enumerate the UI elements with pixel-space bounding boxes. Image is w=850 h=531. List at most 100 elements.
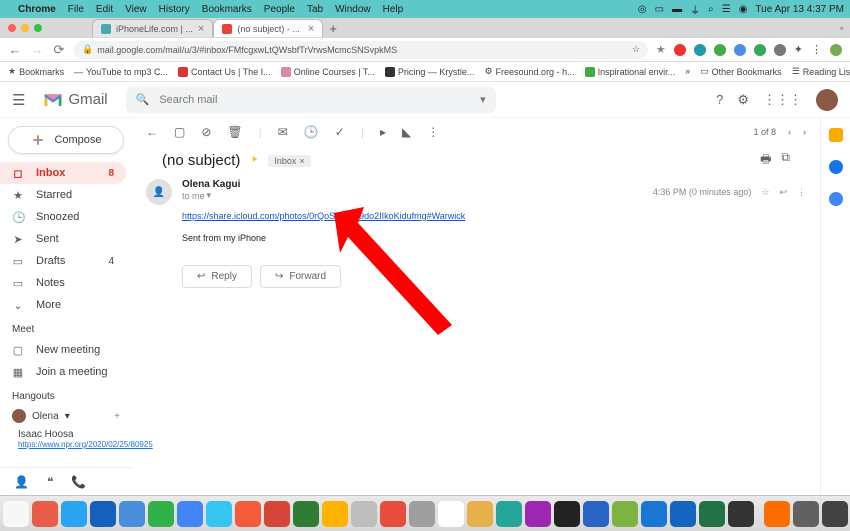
ext-icon[interactable]: ★ [656, 43, 666, 56]
status-icon[interactable]: ◎ [638, 4, 647, 15]
url-input[interactable]: 🔒 mail.google.com/mail/u/3/#inbox/FMfcgx… [74, 41, 648, 59]
inbox-label[interactable]: Inbox× [268, 155, 310, 167]
hangout-contact[interactable]: Olena ▾ + [0, 406, 132, 426]
prev-icon[interactable]: ‹ [788, 127, 791, 137]
keep-icon[interactable] [829, 160, 843, 174]
reply-button[interactable]: ↩Reply [182, 265, 252, 288]
forward-button[interactable]: → [30, 42, 44, 57]
more-icon[interactable]: ⋮ [797, 187, 806, 198]
ext-icon[interactable] [774, 44, 786, 56]
icloud-share-link[interactable]: https://share.icloud.com/photos/0rQoSTt6… [182, 211, 465, 221]
dock-app-icon[interactable] [264, 501, 290, 527]
dock-app-icon[interactable] [793, 501, 819, 527]
search-options-icon[interactable]: ▾ [480, 93, 486, 106]
tab-overflow-icon[interactable]: ◦ [840, 21, 844, 35]
calendar-icon[interactable] [829, 128, 843, 142]
ext-icon[interactable] [714, 44, 726, 56]
dock-app-icon[interactable] [438, 501, 464, 527]
search-input[interactable]: 🔍 Search mail ▾ [126, 87, 496, 113]
sidebar-item-sent[interactable]: ➤Sent [0, 228, 126, 250]
sidebar-item-snoozed[interactable]: 🕒Snoozed [0, 206, 126, 228]
dock-app-icon[interactable] [177, 501, 203, 527]
dock-app-icon[interactable] [119, 501, 145, 527]
flag-icon[interactable]: ▭ [655, 4, 664, 15]
bookmark[interactable]: —YouTube to mp3 C... [74, 67, 168, 77]
bookmark[interactable]: ⚙Freesound.org - h... [484, 66, 574, 77]
chrome-menu-icon[interactable]: ⋮ [811, 43, 822, 56]
dock-app-icon[interactable] [293, 501, 319, 527]
bookmark[interactable]: Pricing — Krystle... [385, 67, 475, 77]
dock-app-icon[interactable] [670, 501, 696, 527]
extensions-icon[interactable]: ✦ [794, 43, 803, 56]
hangout-contact[interactable]: Isaac Hoosa https://www.npr.org/2020/02/… [0, 426, 132, 452]
menu-history[interactable]: History [159, 4, 190, 15]
dock-app-icon[interactable] [380, 501, 406, 527]
ext-icon[interactable] [694, 44, 706, 56]
star-icon[interactable]: ☆ [761, 187, 769, 198]
next-icon[interactable]: › [803, 127, 806, 137]
tab-gmail[interactable]: (no subject) - ... × [213, 19, 323, 37]
dock-app-icon[interactable] [583, 501, 609, 527]
popout-icon[interactable]: ⧉ [781, 150, 790, 171]
control-center-icon[interactable]: ☰ [722, 4, 731, 15]
dock-app-icon[interactable] [525, 501, 551, 527]
menu-file[interactable]: File [68, 4, 84, 15]
menu-help[interactable]: Help [383, 4, 404, 15]
dock-app-icon[interactable] [496, 501, 522, 527]
add-contact-icon[interactable]: + [114, 411, 120, 422]
meet-item[interactable]: ▦Join a meeting [0, 361, 126, 383]
dock-app-icon[interactable] [206, 501, 232, 527]
tasks-icon[interactable] [829, 192, 843, 206]
move-icon[interactable]: ▸ [380, 125, 386, 139]
dock-app-icon[interactable] [612, 501, 638, 527]
close-tab-icon[interactable]: × [308, 23, 314, 35]
back-icon[interactable]: ← [146, 125, 158, 139]
tab-iphonelife[interactable]: iPhoneLife.com | ... × [92, 19, 213, 37]
dock-app-icon[interactable] [148, 501, 174, 527]
unread-icon[interactable]: ✉ [278, 125, 288, 139]
compose-button[interactable]: Compose [8, 126, 124, 154]
reload-button[interactable]: ⟳ [52, 42, 66, 58]
dock-app-icon[interactable] [409, 501, 435, 527]
apps-icon[interactable]: ⋮⋮⋮ [763, 92, 802, 108]
bookmark[interactable]: ★Bookmarks [8, 66, 64, 77]
dock-app-icon[interactable] [61, 501, 87, 527]
dock-app-icon[interactable] [554, 501, 580, 527]
clock[interactable]: Tue Apr 13 4:37 PM [755, 4, 844, 15]
dock-app-icon[interactable] [467, 501, 493, 527]
menu-people[interactable]: People [264, 4, 295, 15]
dock-app-icon[interactable] [322, 501, 348, 527]
sidebar-item-inbox[interactable]: ◻Inbox8 [0, 162, 126, 184]
more-icon[interactable]: ⋮ [427, 125, 439, 139]
print-icon[interactable]: 🖶 [760, 150, 771, 171]
phone-icon[interactable]: 📞 [71, 475, 86, 489]
menu-tab[interactable]: Tab [307, 4, 323, 15]
window-close[interactable] [8, 24, 16, 32]
important-icon[interactable]: ⯈ [250, 155, 258, 166]
dock-app-icon[interactable] [351, 501, 377, 527]
meet-item[interactable]: ▢New meeting [0, 339, 126, 361]
gmail-logo[interactable]: Gmail [43, 91, 107, 108]
star-icon[interactable]: ☆ [632, 44, 640, 55]
sidebar-item-notes[interactable]: ▭Notes [0, 272, 126, 294]
window-minimize[interactable] [21, 24, 29, 32]
dock-app-icon[interactable] [235, 501, 261, 527]
close-tab-icon[interactable]: × [198, 23, 204, 35]
reading-list[interactable]: ☰Reading List [792, 66, 850, 77]
sidebar-item-drafts[interactable]: ▭Drafts4 [0, 250, 126, 272]
person-icon[interactable]: 👤 [14, 475, 29, 489]
sender-avatar[interactable]: 👤 [146, 179, 172, 205]
bookmark[interactable]: Online Courses | T... [281, 67, 375, 77]
profile-icon[interactable] [830, 44, 842, 56]
help-icon[interactable]: ? [716, 92, 723, 107]
delete-icon[interactable]: 🗑 [227, 125, 242, 139]
siri-icon[interactable]: ◉ [739, 4, 748, 15]
battery-icon[interactable]: ▬ [672, 4, 682, 15]
hangouts-icon[interactable]: ❝ [47, 475, 53, 489]
snooze-icon[interactable]: 🕒 [304, 125, 319, 139]
dock-app-icon[interactable] [699, 501, 725, 527]
task-icon[interactable]: ✓ [335, 125, 345, 139]
label-icon[interactable]: ◣ [402, 125, 411, 139]
other-bookmarks[interactable]: ▭Other Bookmarks [700, 66, 782, 77]
dock-app-icon[interactable] [764, 501, 790, 527]
